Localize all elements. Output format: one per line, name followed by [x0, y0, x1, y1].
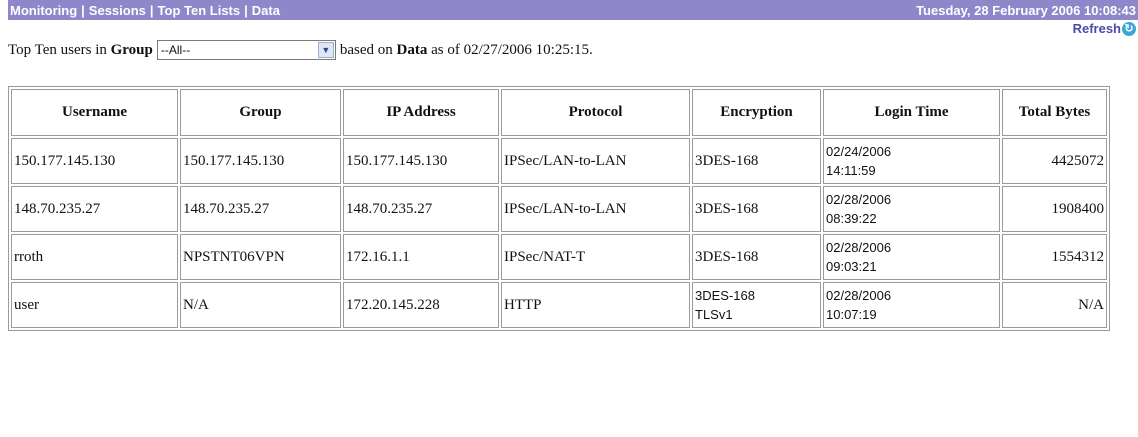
cell-group: 150.177.145.130	[180, 138, 341, 184]
group-select[interactable]: --All-- ▼	[156, 40, 336, 60]
cell-total-bytes: N/A	[1002, 282, 1107, 328]
cell-total-bytes: 1554312	[1002, 234, 1107, 280]
cell-total-bytes: 4425072	[1002, 138, 1107, 184]
column-header-total-bytes: Total Bytes	[1002, 89, 1107, 136]
top-ten-users-table: Username Group IP Address Protocol Encry…	[8, 86, 1110, 331]
filter-suffix-text: as of 02/27/2006 10:25:15.	[431, 41, 593, 58]
cell-login-time: 02/24/2006 14:11:59	[823, 138, 1000, 184]
filter-middle-text: based on	[339, 41, 393, 58]
cell-encryption: 3DES-168	[692, 186, 821, 232]
column-header-protocol: Protocol	[501, 89, 690, 136]
cell-ip-address: 172.16.1.1	[343, 234, 499, 280]
top-navigation-bar: Monitoring | Sessions | Top Ten Lists | Data T…	[8, 0, 1138, 20]
column-header-username: Username	[11, 89, 178, 136]
cell-encryption: 3DES-168	[692, 234, 821, 280]
nav-data-link[interactable]: Data	[252, 3, 280, 18]
group-select-value: --All--	[160, 43, 191, 57]
chevron-down-icon[interactable]: ▼	[317, 42, 334, 58]
nav-top-ten-lists-link[interactable]: Top Ten Lists	[158, 3, 241, 18]
cell-ip-address: 172.20.145.228	[343, 282, 499, 328]
cell-login-time: 02/28/2006 10:07:19	[823, 282, 1000, 328]
cell-ip-address: 150.177.145.130	[343, 138, 499, 184]
refresh-icon: ↻	[1122, 21, 1136, 36]
table-row: user N/A 172.20.145.228 HTTP 3DES-168 TLSv1 02…	[11, 282, 1107, 328]
cell-protocol: IPSec/LAN-to-LAN	[501, 138, 690, 184]
cell-encryption: 3DES-168	[692, 138, 821, 184]
refresh-link[interactable]: Refresh ↻	[1073, 21, 1136, 36]
cell-ip-address: 148.70.235.27	[343, 186, 499, 232]
table-header-row: Username Group IP Address Protocol Encry…	[11, 89, 1107, 136]
data-label: Data	[396, 41, 428, 58]
table-row: rroth NPSTNT06VPN 172.16.1.1 IPSec/NAT-T 3DE…	[11, 234, 1107, 280]
cell-protocol: IPSec/NAT-T	[501, 234, 690, 280]
nav-separator: |	[244, 2, 248, 18]
refresh-label: Refresh	[1072, 21, 1121, 36]
filter-prefix-text: Top Ten users in	[8, 41, 107, 58]
cell-username: 148.70.235.27	[11, 186, 178, 232]
cell-group: NPSTNT06VPN	[180, 234, 341, 280]
breadcrumb: Monitoring | Sessions | Top Ten Lists | Data	[10, 3, 280, 18]
cell-login-time: 02/28/2006 09:03:21	[823, 234, 1000, 280]
nav-sessions-link[interactable]: Sessions	[89, 3, 146, 18]
filter-line: Top Ten users in Group --All-- ▼ based o…	[8, 40, 593, 60]
cell-login-time: 02/28/2006 08:39:22	[823, 186, 1000, 232]
nav-monitoring-link[interactable]: Monitoring	[10, 3, 77, 18]
cell-protocol: IPSec/LAN-to-LAN	[501, 186, 690, 232]
cell-username: 150.177.145.130	[11, 138, 178, 184]
cell-username: user	[11, 282, 178, 328]
cell-encryption: 3DES-168 TLSv1	[692, 282, 821, 328]
cell-protocol: HTTP	[501, 282, 690, 328]
nav-separator: |	[149, 2, 154, 18]
group-label: Group	[110, 41, 153, 58]
cell-group: N/A	[180, 282, 341, 328]
column-header-group: Group	[180, 89, 341, 136]
cell-total-bytes: 1908400	[1002, 186, 1107, 232]
current-datetime: Tuesday, 28 February 2006 10:08:43	[916, 2, 1136, 18]
table-row: 148.70.235.27 148.70.235.27 148.70.235.27 I…	[11, 186, 1107, 232]
column-header-login-time: Login Time	[823, 89, 1000, 136]
cell-group: 148.70.235.27	[180, 186, 341, 232]
nav-separator: |	[81, 2, 85, 18]
column-header-ip-address: IP Address	[343, 89, 499, 136]
cell-username: rroth	[11, 234, 178, 280]
column-header-encryption: Encryption	[692, 89, 821, 136]
table-row: 150.177.145.130 150.177.145.130 150.177.14…	[11, 138, 1107, 184]
